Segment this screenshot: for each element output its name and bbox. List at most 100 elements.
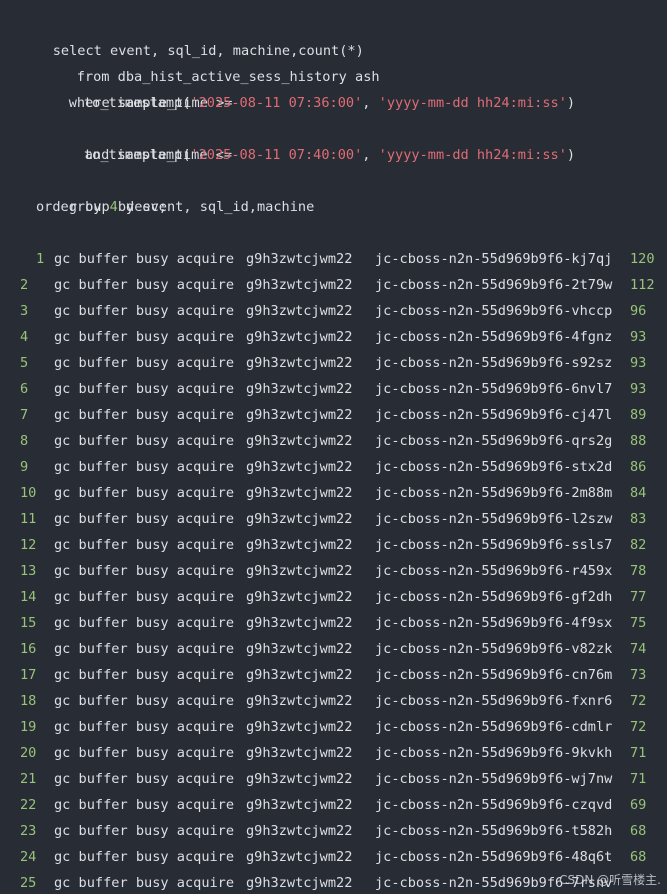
machine-cell: jc-cboss-n2n-55d969b9f6-vhccp [375, 303, 613, 319]
count-cell: 74 [630, 641, 647, 657]
row-index: 8 [20, 433, 29, 449]
table-row: 8 gc buffer busy acquire g9h3zwtcjwm22 jc-c… [0, 428, 667, 454]
row-index: 20 [20, 745, 37, 761]
count-cell: 93 [630, 329, 647, 345]
count-cell: 68 [630, 849, 647, 865]
machine-cell: jc-cboss-n2n-55d969b9f6-r459x [375, 563, 613, 579]
row-index: 16 [20, 641, 37, 657]
count-cell: 93 [630, 355, 647, 371]
format-literal: 'yyyy-mm-dd hh24:mi:ss' [378, 147, 567, 163]
machine-cell: jc-cboss-n2n-55d969b9f6-czqvd [375, 797, 613, 813]
count-cell: 84 [630, 485, 647, 501]
row-index: 4 [20, 329, 29, 345]
table-row: 12 gc buffer busy acquire g9h3zwtcjwm22 jc-… [0, 532, 667, 558]
sql-id-cell: g9h3zwtcjwm22 [246, 823, 353, 839]
count-cell: 82 [630, 537, 647, 553]
event-cell: gc buffer busy acquire [54, 329, 235, 345]
machine-cell: jc-cboss-n2n-55d969b9f6-v82zk [375, 641, 613, 657]
table-row: 5 gc buffer busy acquire g9h3zwtcjwm22 jc-c… [0, 350, 667, 376]
table-row: 23 gc buffer busy acquire g9h3zwtcjwm22 jc-… [0, 818, 667, 844]
table-row: 4 gc buffer busy acquire g9h3zwtcjwm22 jc-c… [0, 324, 667, 350]
count-cell: 72 [630, 719, 647, 735]
machine-cell: jc-cboss-n2n-55d969b9f6-wj7nw [375, 771, 613, 787]
machine-cell: jc-cboss-n2n-55d969b9f6-stx2d [375, 459, 613, 475]
machine-cell: jc-cboss-n2n-55d969b9f6-cn76m [375, 667, 613, 683]
event-cell: gc buffer busy acquire [54, 771, 235, 787]
table-row: 9 gc buffer busy acquire g9h3zwtcjwm22 jc-c… [0, 454, 667, 480]
sql-id-cell: g9h3zwtcjwm22 [246, 875, 353, 891]
row-index: 10 [20, 485, 37, 501]
machine-cell: jc-cboss-n2n-55d969b9f6-2t79w [375, 277, 613, 293]
table-row: 10 gc buffer busy acquire g9h3zwtcjwm22 jc-… [0, 480, 667, 506]
row-index: 18 [20, 693, 37, 709]
sql-id-cell: g9h3zwtcjwm22 [246, 745, 353, 761]
fn-to-timestamp: to_timestamp( [84, 147, 191, 163]
sql-id-cell: g9h3zwtcjwm22 [246, 433, 353, 449]
event-cell: gc buffer busy acquire [54, 823, 235, 839]
table-row: 2 gc buffer busy acquire g9h3zwtcjwm22 jc-c… [0, 272, 667, 298]
machine-cell: jc-cboss-n2n-55d969b9f6-2m88m [375, 485, 613, 501]
event-cell: gc buffer busy acquire [54, 277, 235, 293]
sql-id-cell: g9h3zwtcjwm22 [246, 667, 353, 683]
query-line-from: from dba_hist_active_sess_history ash [44, 38, 380, 85]
count-cell: 89 [630, 407, 647, 423]
row-index: 13 [20, 563, 37, 579]
arg-separator: , [362, 95, 379, 111]
count-cell: 120 [630, 251, 655, 267]
machine-cell: jc-cboss-n2n-55d969b9f6-fxnr6 [375, 693, 613, 709]
event-cell: gc buffer busy acquire [54, 849, 235, 865]
row-index: 22 [20, 797, 37, 813]
sql-id-cell: g9h3zwtcjwm22 [246, 329, 353, 345]
sql-id-cell: g9h3zwtcjwm22 [246, 511, 353, 527]
table-row: 18 gc buffer busy acquire g9h3zwtcjwm22 jc-… [0, 688, 667, 714]
sql-id-cell: g9h3zwtcjwm22 [246, 303, 353, 319]
event-cell: gc buffer busy acquire [54, 563, 235, 579]
event-cell: gc buffer busy acquire [54, 875, 235, 891]
order-by-column-number: 4 [109, 199, 118, 215]
format-literal: 'yyyy-mm-dd hh24:mi:ss' [378, 95, 567, 111]
event-cell: gc buffer busy acquire [54, 615, 235, 631]
event-cell: gc buffer busy acquire [54, 797, 235, 813]
row-index: 24 [20, 849, 37, 865]
machine-cell: jc-cboss-n2n-55d969b9f6-4fgnz [375, 329, 613, 345]
sql-id-cell: g9h3zwtcjwm22 [246, 407, 353, 423]
machine-cell: jc-cboss-n2n-55d969b9f6-kj7qj [375, 251, 613, 267]
event-cell: gc buffer busy acquire [54, 641, 235, 657]
row-index: 3 [20, 303, 29, 319]
event-cell: gc buffer busy acquire [54, 251, 235, 267]
count-cell: 71 [630, 745, 647, 761]
sql-id-cell: g9h3zwtcjwm22 [246, 589, 353, 605]
sql-id-cell: g9h3zwtcjwm22 [246, 251, 353, 267]
table-row: 24 gc buffer busy acquire g9h3zwtcjwm22 jc-… [0, 844, 667, 870]
event-cell: gc buffer busy acquire [54, 667, 235, 683]
table-row: 13 gc buffer busy acquire g9h3zwtcjwm22 jc-… [0, 558, 667, 584]
event-cell: gc buffer busy acquire [54, 433, 235, 449]
close-paren: ) [566, 147, 576, 163]
table-row: 19 gc buffer busy acquire g9h3zwtcjwm22 jc-… [0, 714, 667, 740]
order-by-direction: desc; [117, 199, 167, 215]
table-row: 20 gc buffer busy acquire g9h3zwtcjwm22 jc-… [0, 740, 667, 766]
table-row: 6 gc buffer busy acquire g9h3zwtcjwm22 jc-c… [0, 376, 667, 402]
sql-id-cell: g9h3zwtcjwm22 [246, 277, 353, 293]
machine-cell: jc-cboss-n2n-55d969b9f6-9kvkh [375, 745, 613, 761]
table-row: 15 gc buffer busy acquire g9h3zwtcjwm22 jc-… [0, 610, 667, 636]
machine-cell: jc-cboss-n2n-55d969b9f6-cj47l [375, 407, 613, 423]
query-line-select: select event, sql_id, machine,count(*) [20, 12, 364, 59]
event-cell: gc buffer busy acquire [54, 355, 235, 371]
event-cell: gc buffer busy acquire [54, 511, 235, 527]
sql-id-cell: g9h3zwtcjwm22 [246, 459, 353, 475]
machine-cell: jc-cboss-n2n-55d969b9f6-6nvl7 [375, 381, 613, 397]
event-cell: gc buffer busy acquire [54, 719, 235, 735]
row-index: 9 [20, 459, 29, 475]
count-cell: 75 [630, 615, 647, 631]
count-cell: 96 [630, 303, 647, 319]
sql-id-cell: g9h3zwtcjwm22 [246, 771, 353, 787]
count-cell: 88 [630, 433, 647, 449]
sql-id-cell: g9h3zwtcjwm22 [246, 381, 353, 397]
sql-id-cell: g9h3zwtcjwm22 [246, 615, 353, 631]
count-cell: 71 [630, 771, 647, 787]
count-cell: 83 [630, 511, 647, 527]
row-index: 14 [20, 589, 37, 605]
timestamp-end-literal: '2025-08-11 07:40:00' [190, 147, 363, 163]
sql-id-cell: g9h3zwtcjwm22 [246, 719, 353, 735]
